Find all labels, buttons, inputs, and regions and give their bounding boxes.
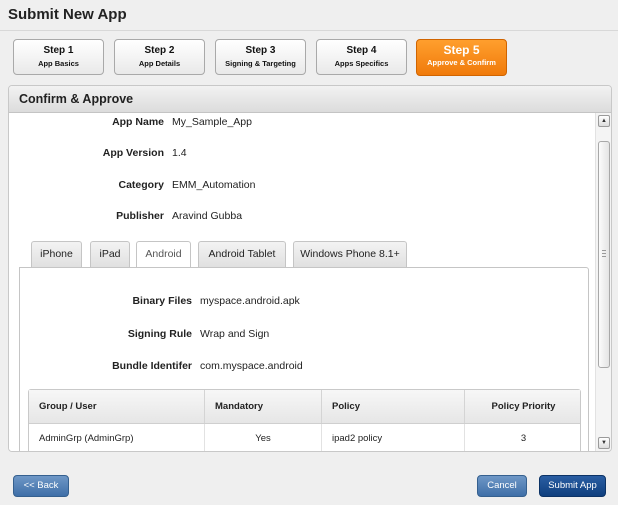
policy-cell: ipad2 policy [322, 424, 465, 451]
publisher-value: Aravind Gubba [172, 210, 243, 222]
scrollbar-thumb[interactable] [598, 141, 610, 368]
step-2-button[interactable]: Step 2 App Details [114, 39, 205, 75]
category-value: EMM_Automation [172, 179, 256, 191]
binary-files-value: myspace.android.apk [200, 295, 300, 307]
app-name-value: My_Sample_App [172, 116, 252, 128]
publisher-label: Publisher [116, 210, 164, 222]
step-label: Signing & Targeting [225, 59, 296, 68]
column-header-priority[interactable]: Policy Priority [465, 390, 582, 423]
step-4-button[interactable]: Step 4 Apps Specifics [316, 39, 407, 75]
cancel-button[interactable]: Cancel [477, 475, 527, 497]
step-number: Step 4 [346, 45, 377, 56]
tab-ipad[interactable]: iPad [90, 241, 130, 267]
step-label: Apps Specifics [334, 59, 389, 68]
scroll-up-arrow-icon[interactable]: ▲ [598, 115, 610, 127]
step-number: Step 1 [43, 45, 74, 56]
tab-iphone[interactable]: iPhone [31, 241, 82, 267]
panel-title: Confirm & Approve [9, 86, 611, 113]
submit-app-button[interactable]: Submit App [539, 475, 606, 497]
step-number: Step 2 [144, 45, 175, 56]
tab-android-tablet[interactable]: Android Tablet [198, 241, 286, 267]
wizard-steps: Step 1 App Basics Step 2 App Details Ste… [13, 39, 513, 76]
step-label: App Details [138, 59, 181, 68]
step-1-button[interactable]: Step 1 App Basics [13, 39, 104, 75]
group-cell: AdminGrp (AdminGrp) [29, 424, 205, 451]
table-header: Group / User Mandatory Policy Policy Pri… [29, 390, 580, 424]
back-button[interactable]: << Back [13, 475, 69, 497]
tab-windows-phone[interactable]: Windows Phone 8.1+ [293, 241, 407, 267]
app-version-label: App Version [102, 147, 164, 159]
app-name-label: App Name [112, 116, 164, 128]
table-row[interactable]: AdminGrp (AdminGrp) Yes ipad2 policy 3 [29, 424, 580, 451]
scroll-down-arrow-icon[interactable]: ▼ [598, 437, 610, 449]
step-number: Step 3 [245, 45, 276, 56]
step-3-button[interactable]: Step 3 Signing & Targeting [215, 39, 306, 75]
vertical-scrollbar[interactable]: ▲ ▼ [595, 113, 611, 451]
column-header-policy[interactable]: Policy [322, 390, 465, 423]
column-header-mandatory[interactable]: Mandatory [205, 390, 322, 423]
step-label: Approve & Confirm [427, 58, 496, 67]
android-tab-content: Binary Files myspace.android.apk Signing… [19, 267, 589, 451]
app-version-value: 1.4 [172, 147, 187, 159]
step-5-button[interactable]: Step 5 Approve & Confirm [416, 39, 507, 76]
confirm-approve-panel: Confirm & Approve App Name My_Sample_App… [8, 85, 612, 452]
signing-rule-label: Signing Rule [127, 328, 192, 340]
mandatory-cell: Yes [205, 424, 322, 451]
category-label: Category [118, 179, 164, 191]
page-title: Submit New App [8, 6, 127, 23]
bundle-id-value: com.myspace.android [200, 360, 303, 372]
title-divider [0, 30, 618, 31]
grip-icon [602, 250, 606, 257]
priority-cell: 3 [520, 433, 527, 444]
bundle-id-label: Bundle Identifer [112, 360, 192, 372]
binary-files-label: Binary Files [132, 295, 192, 307]
tab-android[interactable]: Android [136, 241, 191, 268]
step-label: App Basics [38, 59, 79, 68]
group-policy-table: Group / User Mandatory Policy Policy Pri… [28, 389, 581, 451]
signing-rule-value: Wrap and Sign [200, 328, 270, 340]
step-number: Step 5 [443, 43, 480, 57]
panel-scroll-area[interactable]: App Name My_Sample_App App Version 1.4 C… [9, 113, 596, 451]
column-header-group[interactable]: Group / User [29, 390, 205, 423]
